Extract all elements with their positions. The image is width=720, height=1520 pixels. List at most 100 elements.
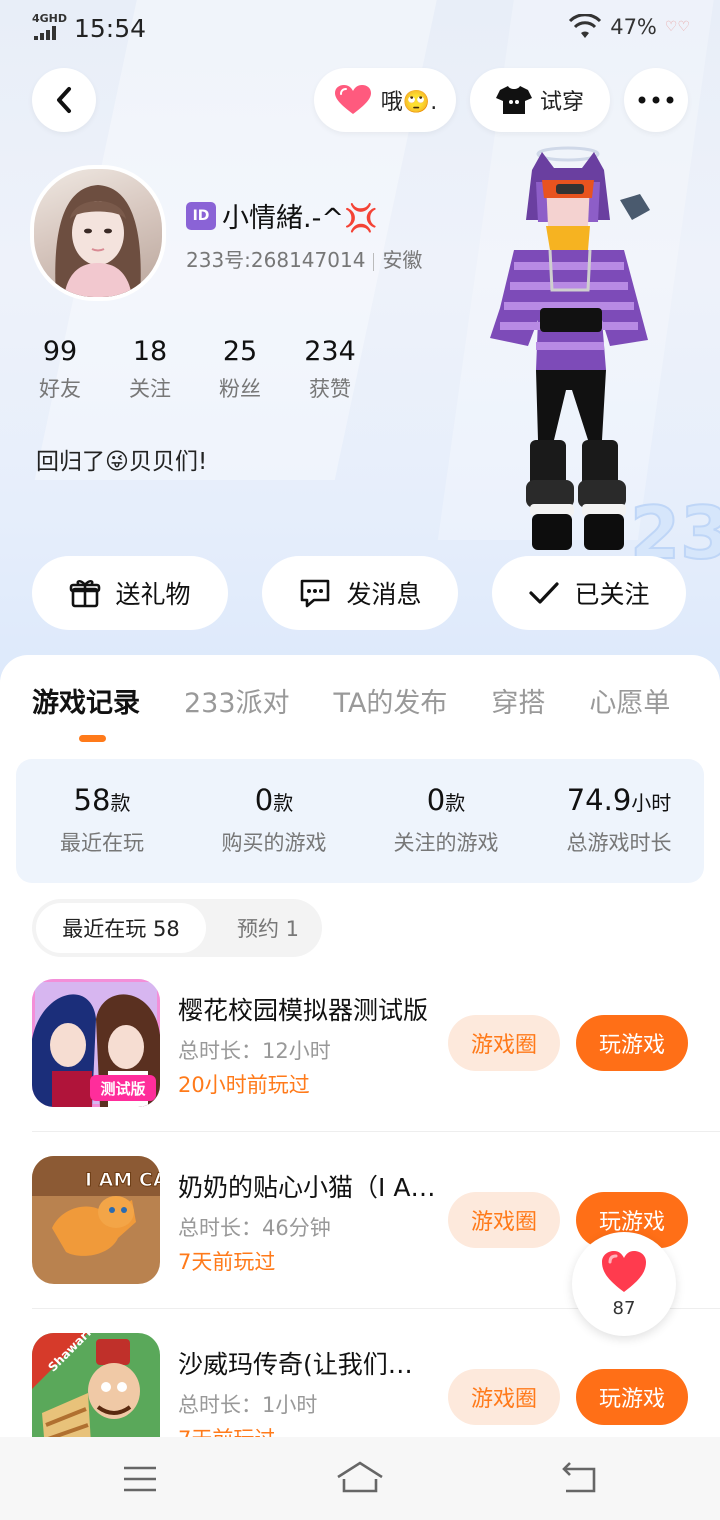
battery-level: 47% — [610, 15, 657, 39]
game-title: 奶奶的贴心小猫（I Am Cat） — [178, 1173, 436, 1202]
followed-button[interactable]: 已关注 — [492, 556, 686, 630]
tshirt-icon — [495, 86, 532, 114]
status-bar: 4GHD 15:54 47% ♡♡ — [0, 0, 720, 56]
try-on-button[interactable]: 试穿 — [470, 68, 610, 132]
send-gift-button[interactable]: 送礼物 — [32, 556, 228, 630]
summary-label: 关注的游戏 — [393, 831, 499, 855]
system-nav-bar — [0, 1437, 720, 1520]
more-dots-icon — [638, 96, 674, 104]
summary-followed[interactable]: 0款 关注的游戏 — [376, 783, 516, 857]
summary-value: 58 — [73, 783, 111, 817]
divider — [32, 1131, 720, 1132]
stat-label: 关注 — [129, 377, 171, 401]
tab-233-party[interactable]: 233派对 — [184, 681, 290, 720]
content-card: 游戏记录 233派对 TA的发布 穿搭 心愿单 58款 最近在玩 0款 购买的游… — [0, 655, 720, 1461]
stat-likes[interactable]: 234 获赞 — [290, 336, 370, 403]
summary-unit: 小时 — [631, 791, 672, 815]
stat-value: 18 — [132, 336, 168, 367]
wifi-icon — [569, 14, 602, 38]
game-icon-sakura[interactable]: 测试版 — [32, 979, 160, 1107]
tab-bar: 游戏记录 233派对 TA的发布 穿搭 心愿单 — [32, 681, 714, 720]
location: 安徽 — [382, 248, 423, 272]
heart-icon — [334, 85, 371, 114]
stat-value: 234 — [304, 336, 356, 367]
summary-label: 购买的游戏 — [221, 831, 327, 855]
summary-label: 最近在玩 — [60, 831, 144, 855]
clock: 15:54 — [74, 14, 147, 43]
game-summary-panel: 58款 最近在玩 0款 购买的游戏 0款 关注的游戏 74.9小时 总游戏时长 — [16, 759, 704, 883]
gift-icon — [70, 580, 101, 608]
stat-label: 粉丝 — [219, 377, 261, 401]
stat-value: 25 — [222, 336, 258, 367]
user-id-line: 233号:268147014 安徽 — [186, 244, 422, 273]
stat-following[interactable]: 18 关注 — [110, 336, 190, 403]
like-count: 87 — [612, 1298, 636, 1319]
mood-label: 哦🙄. — [380, 90, 438, 115]
play-game-button[interactable]: 玩游戏 — [576, 1015, 688, 1071]
stat-value: 99 — [42, 336, 78, 367]
game-row[interactable]: 测试版 樱花校园模拟器测试版 总时长：12小时 20小时前玩过 游戏圈 玩游戏 — [0, 979, 720, 1155]
summary-value: 0 — [254, 783, 274, 817]
game-circle-button[interactable]: 游戏圈 — [448, 1192, 560, 1248]
game-last-played: 20小时前玩过 — [178, 1073, 310, 1097]
summary-value: 0 — [426, 783, 446, 817]
nickname-text: 小情緒.-^💢 — [222, 203, 378, 234]
id-badge-icon: ID — [186, 201, 216, 230]
heart-icon — [602, 1251, 646, 1292]
try-on-label: 试穿 — [539, 90, 584, 115]
tab-wishlist[interactable]: 心愿单 — [589, 681, 670, 720]
avatar-character-figure[interactable] — [470, 140, 670, 560]
followed-label: 已关注 — [574, 580, 650, 609]
stat-label: 获赞 — [309, 377, 351, 401]
tab-game-records[interactable]: 游戏记录 — [32, 681, 140, 720]
summary-recent[interactable]: 58款 最近在玩 — [32, 783, 172, 857]
stat-label: 好友 — [39, 377, 81, 401]
game-duration: 总时长：12小时 — [178, 1039, 331, 1063]
send-message-label: 发消息 — [346, 580, 422, 609]
game-duration: 总时长：1小时 — [178, 1393, 318, 1417]
home-icon[interactable] — [336, 1459, 384, 1495]
back-button[interactable] — [32, 68, 96, 132]
user-id: 233号:268147014 — [186, 248, 366, 272]
play-game-button[interactable]: 玩游戏 — [576, 1369, 688, 1425]
mood-status-button[interactable]: 哦🙄. — [314, 68, 456, 132]
game-duration: 总时长：46分钟 — [178, 1216, 331, 1240]
summary-total-time[interactable]: 74.9小时 总游戏时长 — [546, 783, 692, 857]
tab-outfits[interactable]: 穿搭 — [491, 681, 545, 720]
game-circle-button[interactable]: 游戏圈 — [448, 1015, 560, 1071]
bio-text: 回归了😜贝贝们! — [36, 449, 208, 475]
menu-icon[interactable] — [122, 1465, 158, 1493]
active-tab-indicator — [79, 735, 106, 742]
summary-unit: 款 — [273, 791, 294, 815]
status-emoji-icon: ♡♡ — [664, 19, 690, 35]
check-icon — [529, 582, 560, 604]
nickname: ID 小情緒.-^💢 — [186, 196, 378, 235]
summary-purchased[interactable]: 0款 购买的游戏 — [204, 783, 344, 857]
avatar[interactable] — [30, 165, 166, 301]
game-icon-cat[interactable]: I AM CAT — [32, 1156, 160, 1284]
send-message-button[interactable]: 发消息 — [262, 556, 458, 630]
game-last-played: 7天前玩过 — [178, 1250, 276, 1274]
game-list-segment: 最近在玩 58 预约 1 — [32, 899, 322, 957]
signal-icon — [34, 26, 58, 40]
summary-unit: 款 — [445, 791, 466, 815]
back-arrow-icon — [57, 87, 71, 113]
game-title: 樱花校园模拟器测试版 — [178, 996, 429, 1025]
segment-recent[interactable]: 最近在玩 58 — [36, 903, 206, 953]
avatar-photo — [55, 185, 141, 297]
summary-unit: 款 — [110, 791, 131, 815]
message-icon — [301, 579, 330, 608]
floating-like-button[interactable]: 87 — [572, 1232, 676, 1336]
back-nav-icon[interactable] — [560, 1461, 598, 1495]
stat-friends[interactable]: 99 好友 — [20, 336, 100, 403]
game-icon-badge: 测试版 — [100, 1080, 145, 1098]
game-title: 沙威玛传奇(让我们一起做沙威玛) — [178, 1350, 436, 1379]
more-options-button[interactable] — [624, 68, 688, 132]
summary-value: 74.9 — [566, 783, 632, 817]
send-gift-label: 送礼物 — [115, 580, 191, 609]
stat-fans[interactable]: 25 粉丝 — [200, 336, 280, 403]
game-circle-button[interactable]: 游戏圈 — [448, 1369, 560, 1425]
game-icon-badge: I AM CAT — [85, 1169, 160, 1191]
tab-posts[interactable]: TA的发布 — [334, 681, 448, 720]
segment-reserve[interactable]: 预约 1 — [228, 903, 308, 953]
